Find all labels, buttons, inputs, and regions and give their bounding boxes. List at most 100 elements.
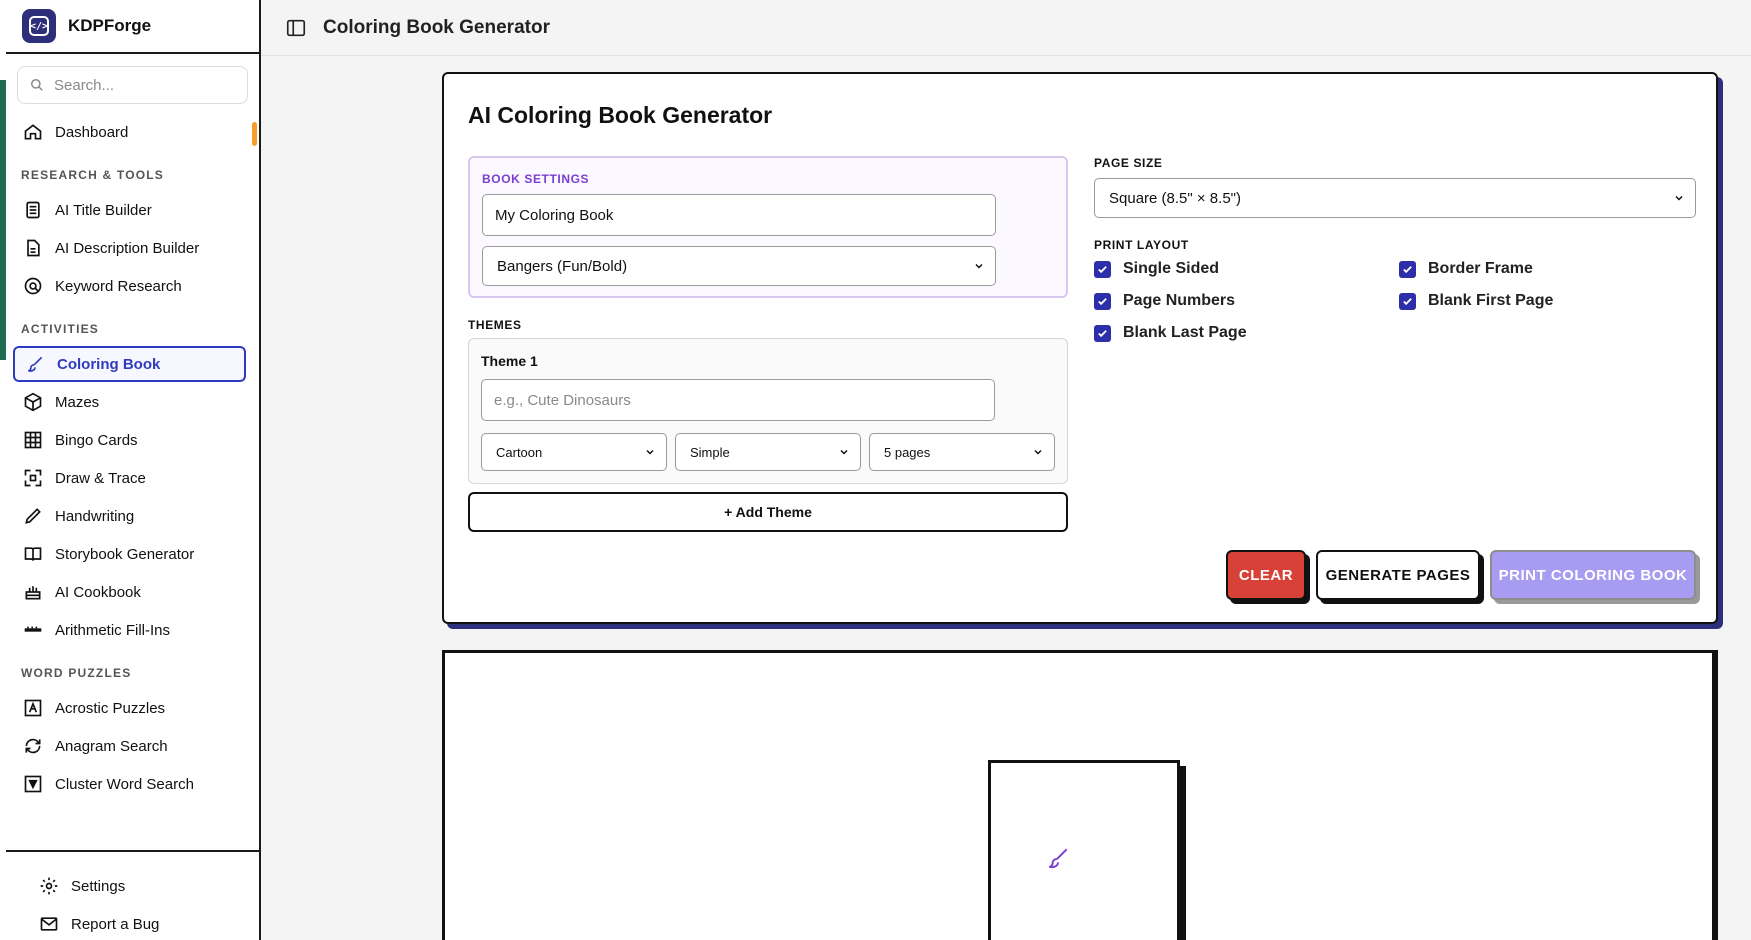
refresh-icon (25, 738, 41, 754)
sidebar-item-label: AI Cookbook (55, 583, 141, 601)
option-blank-first-page[interactable]: Blank First Page (1399, 292, 1553, 310)
brush-icon (28, 356, 43, 372)
chevron-down-icon (1675, 195, 1683, 201)
sidebar-item-label: Report a Bug (71, 915, 160, 933)
sidebar-item-label: Storybook Generator (55, 545, 195, 563)
chevron-down-icon (975, 263, 983, 269)
sidebar-item-label: Cluster Word Search (55, 775, 194, 793)
checkbox-checked-icon[interactable] (1094, 292, 1111, 310)
brush-icon (1049, 848, 1068, 869)
sidebar-item-coloring-book[interactable]: Coloring Book (13, 346, 246, 382)
chevron-down-icon (1034, 449, 1042, 455)
chevron-down-icon (840, 449, 848, 455)
print-coloring-book-button[interactable]: PRINT COLORING BOOK (1490, 550, 1696, 600)
sidebar-item-label: Coloring Book (57, 355, 161, 373)
sidebar-item-ai-title-builder[interactable]: AI Title Builder (13, 192, 246, 228)
sidebar-item-ai-description-builder[interactable]: AI Description Builder (13, 230, 246, 266)
page-title: Coloring Book Generator (323, 16, 550, 38)
cube-icon (24, 392, 42, 412)
sidebar-item-handwriting[interactable]: Handwriting (13, 498, 246, 534)
search-input[interactable]: Search... (17, 66, 248, 104)
sidebar-item-label: Mazes (55, 393, 100, 411)
book-settings-panel: BOOK SETTINGS My Coloring Book Bangers (… (468, 156, 1068, 298)
grid-icon (24, 431, 42, 449)
pencil-icon (25, 508, 41, 524)
generator-card: AI Coloring Book Generator BOOK SETTINGS… (442, 72, 1718, 624)
sidebar-item-acrostic-puzzles[interactable]: Acrostic Puzzles (13, 690, 246, 726)
page-size-value: Square (8.5" × 8.5") (1109, 189, 1241, 207)
theme-input[interactable]: e.g., Cute Dinosaurs (481, 379, 995, 421)
clear-button[interactable]: CLEAR (1226, 550, 1306, 600)
sidebar-item-ai-cookbook[interactable]: AI Cookbook (13, 574, 246, 610)
sidebar-item-storybook-generator[interactable]: Storybook Generator (13, 536, 246, 572)
style-select[interactable]: Cartoon (481, 433, 667, 471)
letter-a-icon (24, 699, 42, 717)
sidebar-item-label: Dashboard (55, 123, 129, 141)
sidebar-item-dashboard[interactable]: Dashboard (13, 114, 246, 150)
sidebar-item-label: Settings (71, 877, 126, 895)
add-theme-button[interactable]: + Add Theme (468, 492, 1068, 532)
sidebar-item-label: AI Description Builder (55, 239, 200, 257)
expand-icon (24, 469, 42, 487)
checkbox-checked-icon[interactable] (1094, 260, 1111, 278)
search-icon (31, 79, 43, 91)
pages-select[interactable]: 5 pages (869, 433, 1055, 471)
page-size-label: PAGE SIZE (1094, 156, 1163, 170)
sidebar-item-report-bug[interactable]: Report a Bug (29, 906, 246, 940)
book-settings-label: BOOK SETTINGS (482, 172, 590, 186)
sidebar-item-arithmetic-fill-ins[interactable]: Arithmetic Fill-Ins (13, 612, 246, 648)
scrollbar-thumb[interactable] (252, 122, 257, 146)
nav-section-title: WORD PUZZLES (21, 666, 132, 680)
sidebar-item-cluster-word-search[interactable]: Cluster Word Search (13, 766, 246, 802)
option-single-sided[interactable]: Single Sided (1094, 260, 1219, 278)
sidebar-item-label: Bingo Cards (55, 431, 138, 449)
app-logo-icon[interactable]: </> (22, 9, 56, 43)
page-size-select[interactable]: Square (8.5" × 8.5") (1094, 178, 1696, 218)
book-title-input[interactable]: My Coloring Book (482, 194, 996, 236)
sidebar-item-anagram-search[interactable]: Anagram Search (13, 728, 246, 764)
at-search-icon (24, 277, 42, 295)
style-select-value: Cartoon (496, 444, 543, 460)
sidebar: </> KDPForge Search... Dashboard RESEARC… (6, 0, 261, 940)
theme-title: Theme 1 (481, 353, 538, 369)
option-label: Blank Last Page (1123, 324, 1247, 341)
pages-select-value: 5 pages (884, 444, 931, 460)
theme-input-placeholder: e.g., Cute Dinosaurs (494, 391, 631, 409)
sidebar-item-bingo-cards[interactable]: Bingo Cards (13, 422, 246, 458)
book-icon (24, 547, 42, 561)
complexity-select[interactable]: Simple (675, 433, 861, 471)
checkbox-checked-icon[interactable] (1399, 292, 1416, 310)
sidebar-footer: Settings Report a Bug (6, 850, 259, 940)
option-border-frame[interactable]: Border Frame (1399, 260, 1533, 278)
sidebar-item-mazes[interactable]: Mazes (13, 384, 246, 420)
sidebar-item-label: Handwriting (55, 507, 135, 525)
chevron-down-icon (646, 449, 654, 455)
sidebar-item-draw-trace[interactable]: Draw & Trace (13, 460, 246, 496)
preview-panel (442, 650, 1718, 940)
document-icon (26, 201, 40, 219)
generate-pages-button[interactable]: GENERATE PAGES (1316, 550, 1480, 600)
font-select[interactable]: Bangers (Fun/Bold) (482, 246, 996, 286)
nav-section-title: ACTIVITIES (21, 322, 100, 336)
sidebar-toggle-icon[interactable] (285, 17, 307, 39)
themes-label: THEMES (468, 318, 522, 332)
option-label: Blank First Page (1428, 292, 1554, 309)
sidebar-item-settings[interactable]: Settings (29, 868, 246, 904)
sidebar-header: </> KDPForge (6, 0, 259, 54)
option-blank-last-page[interactable]: Blank Last Page (1094, 324, 1247, 342)
book-title-value: My Coloring Book (495, 206, 614, 224)
complexity-select-value: Simple (690, 444, 730, 460)
search-placeholder: Search... (54, 76, 115, 94)
font-select-value: Bangers (Fun/Bold) (497, 257, 628, 275)
sidebar-item-label: Arithmetic Fill-Ins (55, 621, 171, 639)
checkbox-checked-icon[interactable] (1399, 260, 1416, 278)
card-heading: AI Coloring Book Generator (468, 102, 773, 128)
file-text-icon (27, 239, 40, 257)
option-page-numbers[interactable]: Page Numbers (1094, 292, 1235, 310)
mail-icon (40, 917, 58, 931)
sidebar-item-label: AI Title Builder (55, 201, 152, 219)
sidebar-item-label: Acrostic Puzzles (55, 699, 166, 717)
sidebar-item-keyword-research[interactable]: Keyword Research (13, 268, 246, 304)
checkbox-checked-icon[interactable] (1094, 324, 1111, 342)
sidebar-item-label: Anagram Search (55, 737, 168, 755)
